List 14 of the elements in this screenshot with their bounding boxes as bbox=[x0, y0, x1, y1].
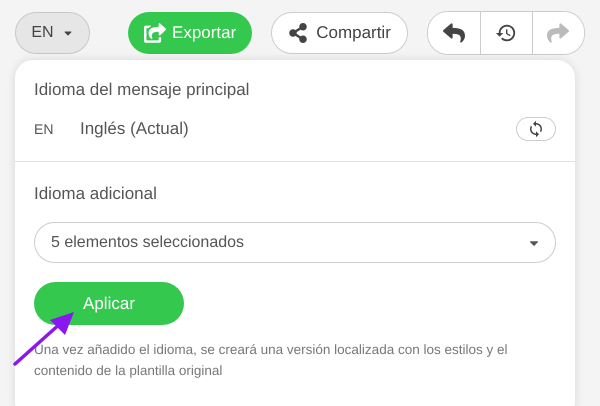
section-title: Idioma del mensaje principal bbox=[34, 80, 250, 101]
language-name: Inglés (Actual) bbox=[80, 119, 190, 139]
sync-icon bbox=[527, 120, 545, 138]
section-title: Idioma adicional bbox=[34, 184, 158, 205]
share-icon bbox=[288, 23, 308, 43]
language-dropdown[interactable]: EN bbox=[15, 12, 90, 54]
history-icon bbox=[495, 22, 518, 44]
share-button[interactable]: Compartir bbox=[271, 12, 408, 54]
sync-button[interactable] bbox=[516, 117, 556, 141]
language-select[interactable]: 5 elementos seleccionados bbox=[34, 222, 556, 263]
language-code: EN bbox=[34, 121, 54, 137]
redo-icon bbox=[547, 22, 570, 44]
export-icon bbox=[144, 22, 166, 44]
undo-icon bbox=[442, 22, 465, 44]
